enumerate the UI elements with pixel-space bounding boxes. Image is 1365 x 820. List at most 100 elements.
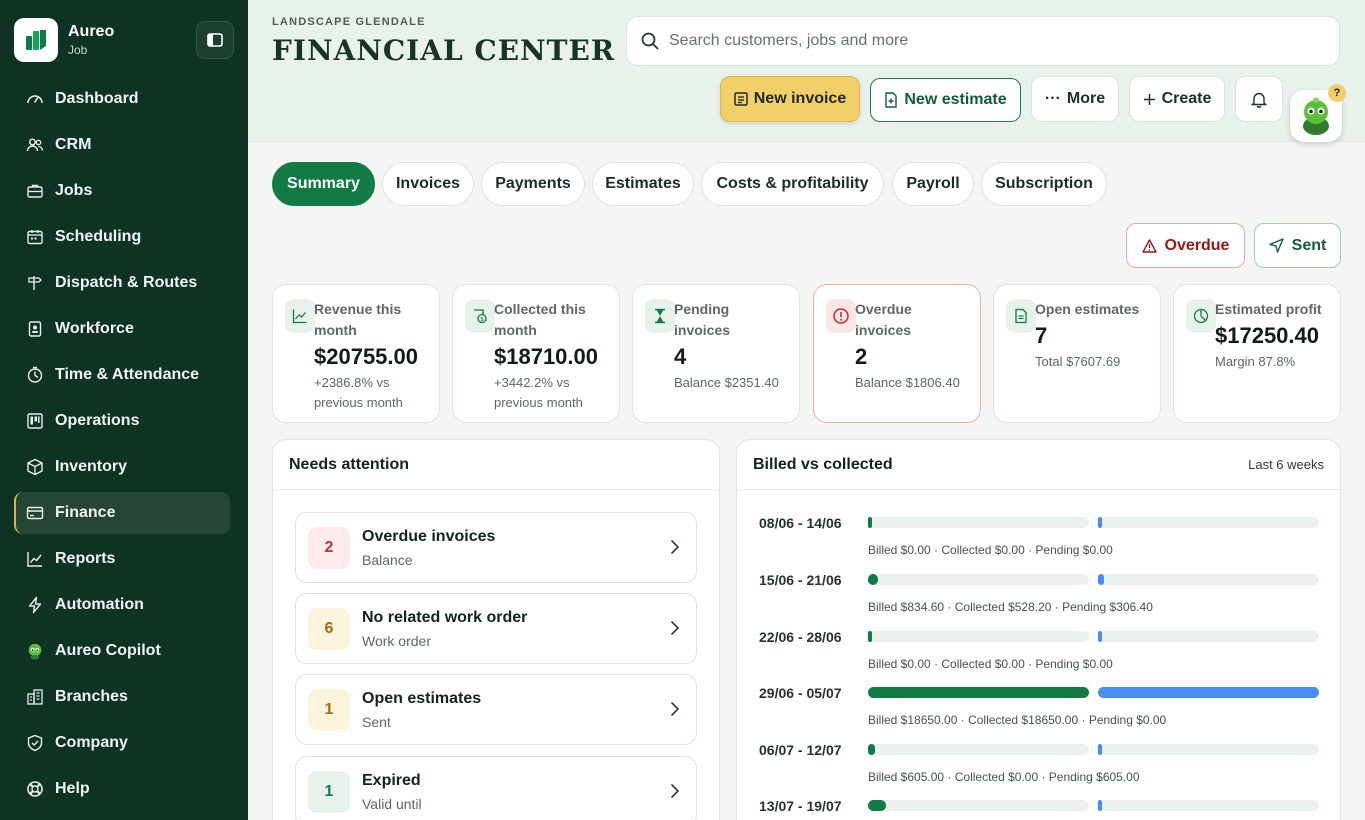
collected-bar-track (1098, 744, 1319, 755)
week-label: 13/07 - 19/07 (759, 798, 842, 814)
notifications-button[interactable] (1235, 76, 1283, 122)
box-icon (26, 458, 44, 476)
kpi-card-collected-this-month[interactable]: $ Collected this month $18710.00 +3442.2% v… (452, 284, 620, 423)
kpi-label: Collected this month (494, 301, 586, 338)
billed-vs-collected-panel: Billed vs collected Last 6 weeks 08/06 -… (736, 439, 1341, 820)
kpi-card-pending-invoices[interactable]: Pending invoices 4 Balance $2351.40 (632, 284, 800, 423)
kpi-card-estimated-profit[interactable]: Estimated profit $17250.40 Margin 87.8% (1173, 284, 1341, 423)
kpi-sub: Total $7607.69 (1035, 354, 1121, 369)
overdue-filter-button[interactable]: Overdue (1126, 223, 1245, 268)
tab-summary[interactable]: Summary (272, 162, 375, 206)
sidebar-item-finance[interactable]: Finance (14, 492, 230, 534)
collected-bar (1098, 631, 1102, 642)
sidebar-item-automation[interactable]: Automation (14, 584, 230, 626)
search-icon (641, 32, 659, 50)
tab-costs-profitability[interactable]: Costs & profitability (701, 162, 884, 206)
collected-bar-track (1098, 687, 1319, 698)
collected-bar (1098, 687, 1319, 698)
sidebar: Aureo Job Dashboard CRM Jobs Scheduling Disp… (0, 0, 248, 820)
brand[interactable]: Aureo Job (14, 18, 114, 62)
sidebar-item-label: Finance (55, 504, 116, 521)
kpi-value: $17250.40 (1215, 323, 1319, 348)
chevron-right-icon (670, 783, 680, 804)
kpi-value: $18710.00 (494, 344, 598, 369)
plus-icon (1143, 93, 1156, 106)
week-label: 15/06 - 21/06 (759, 572, 842, 588)
attention-item-expired[interactable]: 1 Expired Valid until (295, 756, 697, 820)
tab-payments[interactable]: Payments (481, 162, 585, 206)
attention-title: Open estimates (362, 690, 482, 707)
file-plus-icon (884, 92, 898, 108)
kpi-sub: +2386.8% vs previous month (314, 375, 403, 410)
brand-sub: Job (68, 43, 88, 57)
sidebar-item-help[interactable]: Help (14, 768, 230, 810)
bar-caption: Billed $18650.00 · Collected $18650.00 ·… (868, 713, 1167, 727)
sidebar-item-label: Workforce (55, 320, 134, 337)
bar-caption: Billed $605.00 · Collected $0.00 · Pendi… (868, 770, 1140, 784)
attention-item-no-related-work-order[interactable]: 6 No related work order Work order (295, 593, 697, 664)
attention-sub: Work order (362, 633, 431, 649)
sidebar-item-jobs[interactable]: Jobs (14, 170, 230, 212)
tab-estimates[interactable]: Estimates (592, 162, 694, 206)
new-estimate-label: New estimate (904, 91, 1007, 108)
collected-bar (1098, 574, 1104, 585)
kpi-card-overdue-invoices[interactable]: Overdue invoices 2 Balance $1806.40 (813, 284, 981, 423)
sidebar-item-operations[interactable]: Operations (14, 400, 230, 442)
pie-icon (1186, 299, 1216, 333)
sidebar-nav: Dashboard CRM Jobs Scheduling Dispatch & Rou… (14, 78, 230, 814)
more-button[interactable]: ··· More (1031, 76, 1119, 122)
shield-icon (26, 734, 44, 752)
sidebar-item-reports[interactable]: Reports (14, 538, 230, 580)
sidebar-item-crm[interactable]: CRM (14, 124, 230, 166)
kpi-label: Overdue invoices (855, 301, 912, 338)
collected-bar-track (1098, 800, 1319, 811)
billed-bar-track (868, 631, 1089, 642)
sent-filter-button[interactable]: Sent (1254, 223, 1341, 268)
create-button[interactable]: Create (1129, 76, 1225, 122)
collected-bar (1098, 744, 1102, 755)
sidebar-item-branches[interactable]: Branches (14, 676, 230, 718)
collected-bar-track (1098, 631, 1319, 642)
kpi-label: Estimated profit (1215, 301, 1322, 317)
sidebar-item-scheduling[interactable]: Scheduling (14, 216, 230, 258)
sidebar-item-workforce[interactable]: Workforce (14, 308, 230, 350)
search-input[interactable] (669, 32, 1269, 50)
copilot-mascot-icon (1303, 97, 1329, 135)
invoice-icon (734, 92, 748, 106)
copilot-icon (26, 642, 44, 660)
tab-subscription[interactable]: Subscription (981, 162, 1107, 206)
hourglass-icon (645, 299, 675, 333)
period-label: Last 6 weeks (1248, 457, 1324, 472)
week-label: 08/06 - 14/06 (759, 515, 842, 531)
kpi-card-revenue-this-month[interactable]: Revenue this month $20755.00 +2386.8% vs p… (272, 284, 440, 423)
collected-bar (1098, 800, 1102, 811)
sidebar-item-dashboard[interactable]: Dashboard (14, 78, 230, 120)
trend-up-icon (285, 299, 315, 333)
sidebar-item-dispatch-routes[interactable]: Dispatch & Routes (14, 262, 230, 304)
alert-icon (826, 299, 856, 333)
attention-item-overdue-invoices[interactable]: 2 Overdue invoices Balance (295, 512, 697, 583)
sidebar-collapse-button[interactable] (196, 21, 234, 59)
billed-vs-collected-title: Billed vs collected (753, 455, 893, 473)
tab-payroll[interactable]: Payroll (892, 162, 974, 206)
sidebar-item-company[interactable]: Company (14, 722, 230, 764)
copilot-mascot-button[interactable]: ? (1290, 84, 1346, 142)
sidebar-item-inventory[interactable]: Inventory (14, 446, 230, 488)
sidebar-item-label: Help (55, 780, 90, 797)
sidebar-item-aureo-copilot[interactable]: Aureo Copilot (14, 630, 230, 672)
page-title: FINANCIAL CENTER (272, 34, 616, 67)
new-invoice-button[interactable]: New invoice (720, 76, 860, 122)
sidebar-item-label: Dashboard (55, 90, 139, 107)
kpi-card-open-estimates[interactable]: Open estimates 7 Total $7607.69 (993, 284, 1161, 423)
bar-caption: Billed $0.00 · Collected $0.00 · Pending… (868, 657, 1113, 671)
tab-invoices[interactable]: Invoices (382, 162, 474, 206)
brand-logo (14, 18, 58, 62)
attention-item-open-estimates[interactable]: 1 Open estimates Sent (295, 674, 697, 745)
search-bar[interactable] (626, 16, 1340, 66)
attention-sub: Valid until (362, 796, 422, 812)
sidebar-item-label: Aureo Copilot (55, 642, 161, 659)
more-label: More (1066, 90, 1106, 107)
sidebar-item-time-attendance[interactable]: Time & Attendance (14, 354, 230, 396)
new-estimate-button[interactable]: New estimate (870, 78, 1021, 122)
kpi-sub: +3442.2% vs previous month (494, 375, 583, 410)
